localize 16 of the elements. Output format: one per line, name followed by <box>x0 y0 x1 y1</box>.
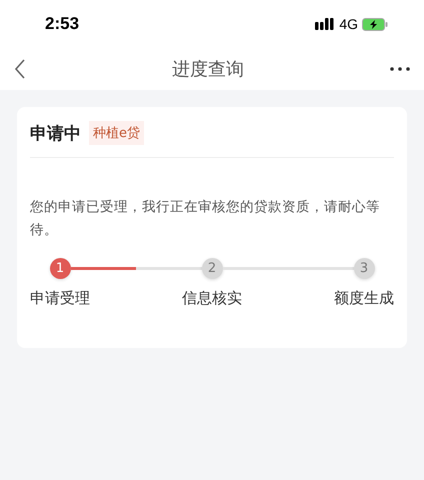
more-icon[interactable] <box>390 67 410 71</box>
step-label: 额度生成 <box>334 289 394 308</box>
step-label: 申请受理 <box>30 289 90 308</box>
network-label: 4G <box>339 16 358 32</box>
status-message: 您的申请已受理，我行正在审核您的贷款资质，请耐心等待。 <box>30 198 381 240</box>
step-number: 3 <box>354 258 374 279</box>
signal-icon <box>315 18 336 30</box>
step-label: 信息核实 <box>182 289 242 308</box>
page-title: 进度查询 <box>172 58 244 81</box>
battery-icon <box>362 18 388 30</box>
back-icon[interactable] <box>14 59 26 79</box>
step-number: 1 <box>50 258 70 279</box>
status-time: 2:53 <box>45 14 80 34</box>
status-title: 申请中 <box>30 122 81 144</box>
product-tag: 种植e贷 <box>89 121 144 145</box>
step-number: 2 <box>202 258 222 279</box>
